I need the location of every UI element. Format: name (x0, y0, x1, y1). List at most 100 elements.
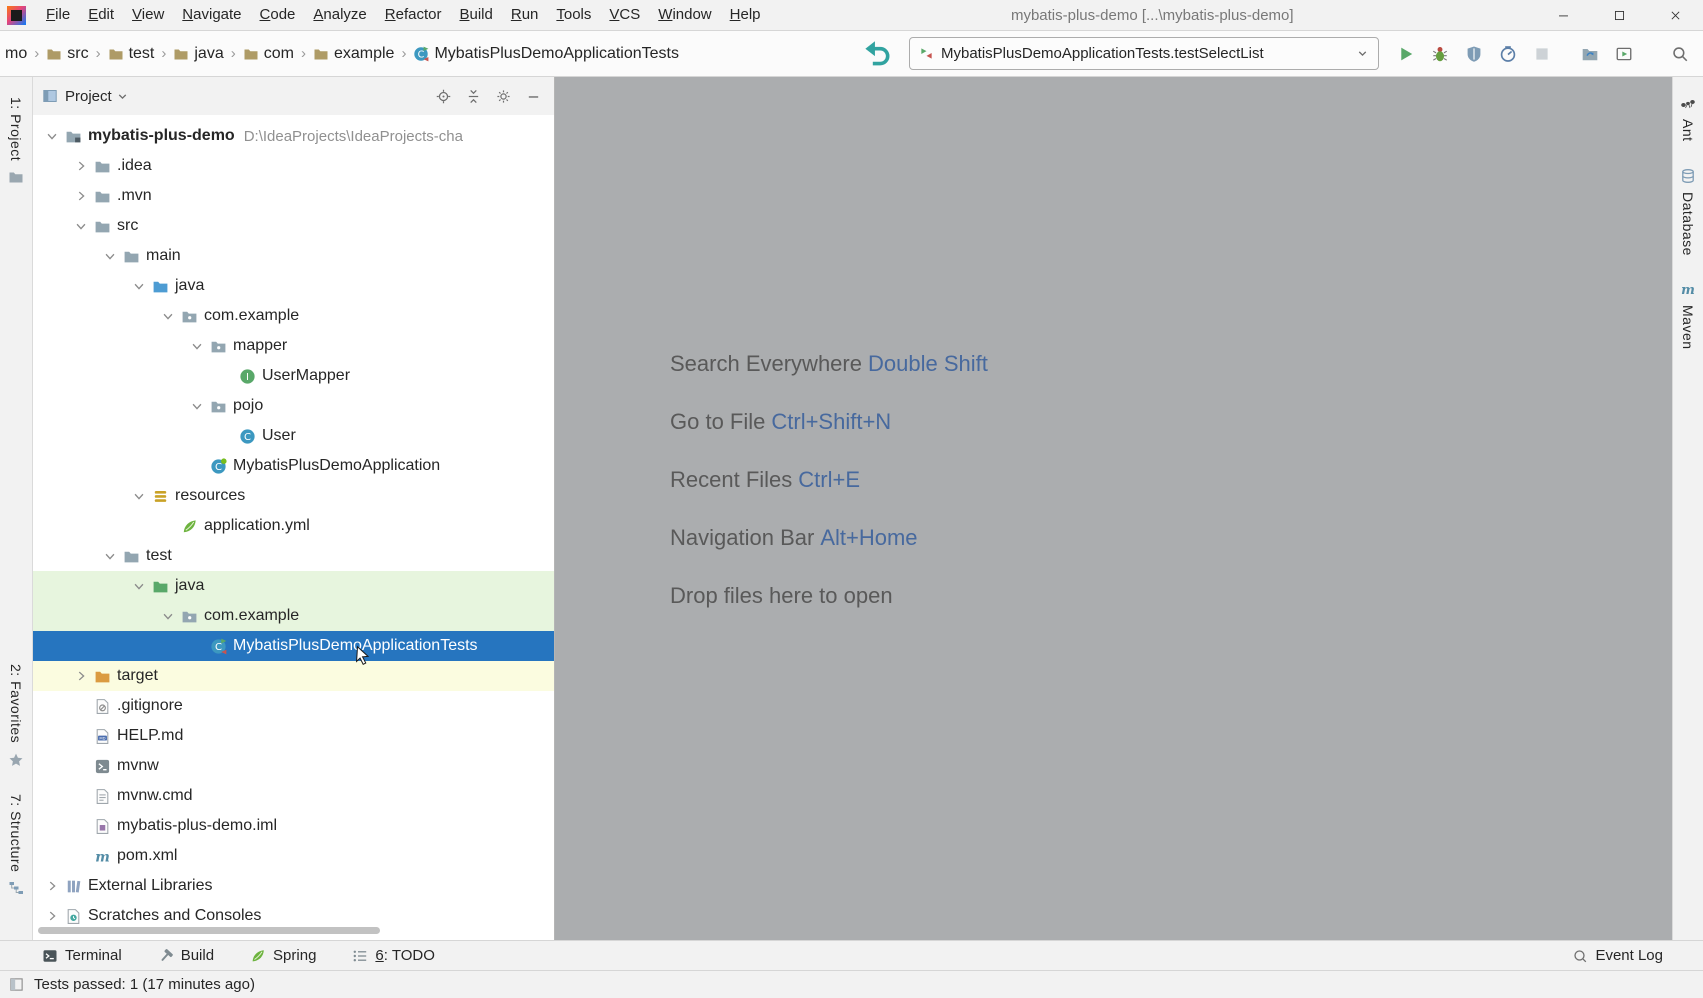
menu-navigate[interactable]: Navigate (173, 0, 250, 30)
sync-folder-button[interactable] (1573, 37, 1607, 71)
gear-button[interactable] (488, 81, 518, 111)
menu-file[interactable]: File (37, 0, 79, 30)
menu-edit[interactable]: Edit (79, 0, 123, 30)
breadcrumb-item-test[interactable]: test (105, 43, 158, 65)
tree-item-usermapper[interactable]: IUserMapper (33, 361, 554, 391)
locate-button[interactable] (428, 81, 458, 111)
tool-terminal[interactable]: Terminal (42, 947, 122, 964)
open-preview-button[interactable] (1607, 37, 1641, 71)
menu-tools[interactable]: Tools (547, 0, 600, 30)
toolwindow-maven[interactable]: mMaven (1680, 281, 1696, 350)
tree-item-mapper[interactable]: mapper (33, 331, 554, 361)
chevron-down-icon[interactable] (39, 128, 65, 144)
chevron-down-icon[interactable] (97, 248, 123, 264)
toolwindow-1-project[interactable]: 1: Project (8, 97, 24, 185)
menu-analyze[interactable]: Analyze (304, 0, 375, 30)
menu-view[interactable]: View (123, 0, 173, 30)
tree-item-mybatis-plus-demo-iml[interactable]: mybatis-plus-demo.iml (33, 811, 554, 841)
breadcrumb-item-src[interactable]: src (43, 43, 91, 65)
chevron-down-icon[interactable] (68, 218, 94, 234)
tree-item-mybatis-plus-demo[interactable]: mybatis-plus-demoD:\IdeaProjects\IdeaPro… (33, 121, 554, 151)
tool-build[interactable]: Build (158, 947, 214, 964)
menu-code[interactable]: Code (251, 0, 305, 30)
tree-item-mybatisplusdemoapplication[interactable]: CMybatisPlusDemoApplication (33, 451, 554, 481)
hide-button[interactable] (518, 81, 548, 111)
menu-run[interactable]: Run (502, 0, 548, 30)
shortcut-keys[interactable]: Alt+Home (820, 525, 917, 550)
shortcut-keys[interactable]: Ctrl+E (798, 467, 860, 492)
horizontal-scrollbar[interactable] (38, 927, 380, 934)
chevron-right-icon[interactable] (68, 158, 94, 174)
tree-item-idea[interactable]: .idea (33, 151, 554, 181)
event-log-button[interactable]: Event Log (1572, 947, 1663, 964)
chevron-down-icon[interactable] (184, 398, 210, 414)
toolwindow-7-structure[interactable]: 7: Structure (8, 794, 24, 896)
tree-item-external-libraries[interactable]: External Libraries (33, 871, 554, 901)
run-configuration-select[interactable]: MybatisPlusDemoApplicationTests.testSele… (909, 37, 1379, 70)
chevron-right-icon[interactable] (39, 878, 65, 894)
tree-item-mvn[interactable]: .mvn (33, 181, 554, 211)
tree-item-java[interactable]: java (33, 271, 554, 301)
minimize-button[interactable] (1535, 0, 1591, 30)
tree-item-resources[interactable]: resources (33, 481, 554, 511)
collapse-all-button[interactable] (458, 81, 488, 111)
menu-vcs[interactable]: VCS (600, 0, 649, 30)
chevron-down-icon[interactable] (126, 578, 152, 594)
close-button[interactable] (1647, 0, 1703, 30)
undo-arrow-button[interactable] (859, 37, 893, 71)
tree-item-src[interactable]: src (33, 211, 554, 241)
chevron-down-icon[interactable] (116, 90, 129, 103)
breadcrumb-item-mo[interactable]: mo (2, 43, 30, 65)
breadcrumb-item-com[interactable]: com (240, 43, 297, 65)
tree-item-application-yml[interactable]: application.yml (33, 511, 554, 541)
tree-item-pojo[interactable]: pojo (33, 391, 554, 421)
chevron-down-icon[interactable] (155, 608, 181, 624)
menu-help[interactable]: Help (721, 0, 770, 30)
shortcut-keys[interactable]: Ctrl+Shift+N (771, 409, 891, 434)
chevron-down-icon[interactable] (126, 488, 152, 504)
toolwindow-database[interactable]: Database (1680, 168, 1696, 256)
menu-refactor[interactable]: Refactor (376, 0, 451, 30)
tree-item-com-example[interactable]: com.example (33, 601, 554, 631)
breadcrumb-item-mybatisplusdemoapplicationtests[interactable]: CMybatisPlusDemoApplicationTests (410, 43, 682, 65)
chevron-down-icon[interactable] (184, 338, 210, 354)
panel-title[interactable]: Project (65, 88, 112, 105)
breadcrumb-item-java[interactable]: java (170, 43, 226, 65)
shortcut-keys[interactable]: Double Shift (868, 351, 988, 376)
tree-item-user[interactable]: CUser (33, 421, 554, 451)
tool-spring[interactable]: Spring (250, 947, 316, 964)
run-button[interactable] (1389, 37, 1423, 71)
folder-icon (94, 188, 111, 205)
tree-item-java[interactable]: java (33, 571, 554, 601)
tool-6-todo[interactable]: 6: TODO (352, 947, 434, 964)
toolwindow-ant[interactable]: Ant (1680, 95, 1696, 142)
chevron-down-icon[interactable] (155, 308, 181, 324)
tree-item-help-md[interactable]: MDHELP.md (33, 721, 554, 751)
maximize-button[interactable] (1591, 0, 1647, 30)
tree-item-label: java (175, 577, 204, 595)
tool-windows-icon[interactable] (9, 977, 24, 992)
breadcrumb-item-example[interactable]: example (310, 43, 397, 65)
tree-item-mvnw-cmd[interactable]: mvnw.cmd (33, 781, 554, 811)
folder-source-icon (152, 278, 169, 295)
tree-item-test[interactable]: test (33, 541, 554, 571)
tree-item-mvnw[interactable]: mvnw (33, 751, 554, 781)
toolwindow-2-favorites[interactable]: 2: Favorites (8, 664, 24, 767)
chevron-down-icon[interactable] (97, 548, 123, 564)
chevron-right-icon[interactable] (39, 908, 65, 924)
search-everywhere-button[interactable] (1663, 37, 1697, 71)
menu-build[interactable]: Build (450, 0, 501, 30)
tree-item-com-example[interactable]: com.example (33, 301, 554, 331)
tree-item-target[interactable]: target (33, 661, 554, 691)
debug-button[interactable] (1423, 37, 1457, 71)
chevron-right-icon[interactable] (68, 668, 94, 684)
profiler-button[interactable] (1491, 37, 1525, 71)
chevron-right-icon[interactable] (68, 188, 94, 204)
run-with-coverage-button[interactable] (1457, 37, 1491, 71)
tree-item-main[interactable]: main (33, 241, 554, 271)
tree-item-gitignore[interactable]: .gitignore (33, 691, 554, 721)
chevron-down-icon[interactable] (126, 278, 152, 294)
tree-item-pom-xml[interactable]: mpom.xml (33, 841, 554, 871)
tree-item-mybatisplusdemoapplicationtests[interactable]: CMybatisPlusDemoApplicationTests (33, 631, 554, 661)
menu-window[interactable]: Window (649, 0, 720, 30)
